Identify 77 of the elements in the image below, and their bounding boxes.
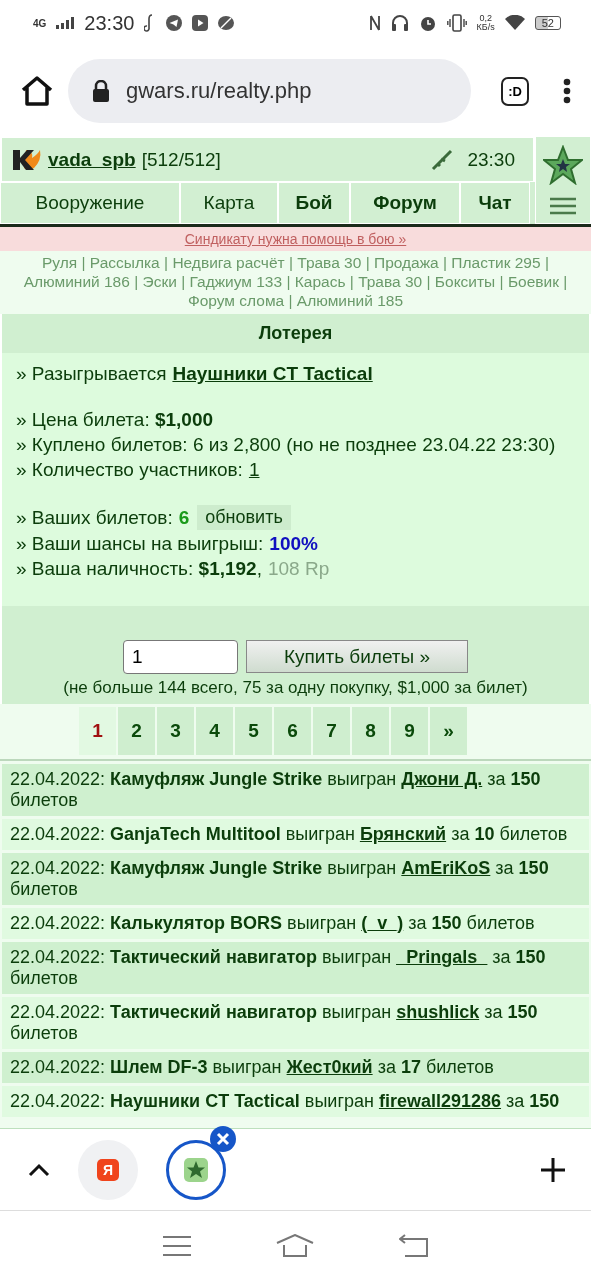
nav-link[interactable]: Карта <box>180 182 278 224</box>
quick-links: Руля | Рассылка | Недвига расчёт | Трава 30 | Продажа | Пластик 295 | Алюминий 186 | Эски | Гаджиум 133 | Карась | Трава 30 | Бокситы | Боевик | Форум слома | Алюминий 185 <box>22 253 569 311</box>
winner-link[interactable]: Джони Д. <box>401 769 483 789</box>
winner-link[interactable]: AmEriKoS <box>401 858 491 878</box>
participants-link[interactable]: 1 <box>248 459 260 481</box>
page-link[interactable]: 3 <box>157 707 194 755</box>
back-icon[interactable] <box>398 1233 429 1258</box>
menu-icon[interactable] <box>549 197 577 215</box>
home-icon[interactable] <box>20 75 54 107</box>
win-record: 22.04.2022: Шлем DF-3 выигран Жест0кий за 17 билетов <box>2 1052 589 1083</box>
lock-icon <box>92 80 110 102</box>
winner-link[interactable]: firewall291286 <box>378 1091 502 1111</box>
refresh-button[interactable]: обновить <box>197 505 291 530</box>
youtube-icon <box>192 15 209 31</box>
quantity-field[interactable]: 1 <box>123 640 238 674</box>
page-link[interactable]: 4 <box>196 707 233 755</box>
tab-switcher-button[interactable]: :D <box>501 76 529 106</box>
page-link[interactable]: 8 <box>352 707 389 755</box>
lottery-title: Лотерея <box>0 314 591 353</box>
win-record: 22.04.2022: Наушники CT Tactical выигран firewall291286 за 150 <box>2 1086 589 1117</box>
telegram-icon <box>166 15 183 31</box>
alarm-icon <box>418 14 437 32</box>
server-time: 23:30 <box>467 148 515 171</box>
winner-link[interactable]: _Pringals_ <box>396 947 488 967</box>
win-record: 22.04.2022: Тактический навигатор выигран shushlick за 150 билетов <box>2 997 589 1049</box>
page-link[interactable]: 2 <box>118 707 155 755</box>
menu-icon[interactable] <box>162 1234 191 1257</box>
more-icon[interactable] <box>563 78 571 104</box>
nav-link[interactable]: Вооружение <box>0 182 180 224</box>
buy-tickets-button[interactable]: Купить билеты » <box>246 640 468 673</box>
flame-k-logo-icon <box>12 147 42 172</box>
info-line: » Куплено билетов: 6 из 2,800 (но не позднее 23.04.22 23:30) <box>16 434 557 456</box>
network-type: 4G <box>33 17 47 29</box>
close-tab-button[interactable] <box>210 1125 236 1152</box>
browser-tab[interactable] <box>166 1139 226 1200</box>
nav-link[interactable]: Бой <box>278 182 350 224</box>
info-line: » Цена билета: $1,000 <box>16 409 215 431</box>
plus-icon[interactable] <box>541 1157 565 1182</box>
page-link[interactable]: 7 <box>313 707 350 755</box>
winner-link[interactable]: shushlick <box>396 1002 480 1022</box>
page-link[interactable]: » <box>430 707 467 755</box>
info-line: » Ваша наличность: $1,192, 108 Rp <box>16 558 331 580</box>
vibrate-icon <box>446 14 467 32</box>
battery-level: 52 <box>534 16 561 30</box>
star-logo-icon[interactable] <box>543 145 583 185</box>
win-record: 22.04.2022: Камуфляж Jungle Strike выигран AmEriKoS за 150 билетов <box>2 853 589 905</box>
page-link[interactable]: 5 <box>235 707 272 755</box>
info-line: » Ваши шансы на выигрыш: 100% <box>16 533 319 555</box>
status-time: 23:30 <box>84 11 135 35</box>
info-line: » Разыгрывается Наушники CT Tactical <box>16 363 374 385</box>
nav-link[interactable]: Чат <box>460 182 530 224</box>
wifi-icon <box>504 15 525 31</box>
star-logo-icon <box>184 1157 208 1182</box>
winner-link[interactable]: (_v_) <box>361 913 404 933</box>
win-record: 22.04.2022: Камуфляж Jungle Strike выигран Джони Д. за 150 билетов <box>2 764 589 816</box>
page-link[interactable]: 6 <box>274 707 311 755</box>
win-record: 22.04.2022: Калькулятор BORS выигран (_v_) за 150 билетов <box>2 908 589 939</box>
network-speed: 0,2 КБ/s <box>476 14 495 32</box>
health-points: [512/512] <box>141 148 221 171</box>
nfc-icon <box>368 14 381 32</box>
username-link[interactable]: vada_spb <box>48 148 136 171</box>
page-link[interactable]: 1 <box>79 707 116 755</box>
nav-link[interactable]: Форум <box>350 182 460 224</box>
win-record: 22.04.2022: GanjaTech Multitool выигран Брянский за 10 билетов <box>2 819 589 850</box>
win-record: 22.04.2022: Тактический навигатор выигран _Pringals_ за 150 билетов <box>2 942 589 994</box>
signal-icon <box>56 17 75 29</box>
page-link[interactable]: 9 <box>391 707 428 755</box>
browser-tab[interactable]: Я <box>78 1139 138 1200</box>
chevron-up-icon[interactable] <box>28 1162 50 1177</box>
info-line: » Ваших билетов: 6 обновить <box>16 505 575 530</box>
winner-link[interactable]: Жест0кий <box>286 1057 373 1077</box>
info-line: » Количество участников: 1 <box>16 459 261 481</box>
prize-link[interactable]: Наушники CT Tactical <box>172 363 373 385</box>
headphones-icon <box>390 14 409 32</box>
winner-link[interactable]: Брянский <box>359 824 447 844</box>
address-bar[interactable]: gwars.ru/realty.php <box>68 59 472 123</box>
limits-note: (не больше 144 всего, 75 за одну покупку, $1,000 за билет) <box>63 678 528 698</box>
